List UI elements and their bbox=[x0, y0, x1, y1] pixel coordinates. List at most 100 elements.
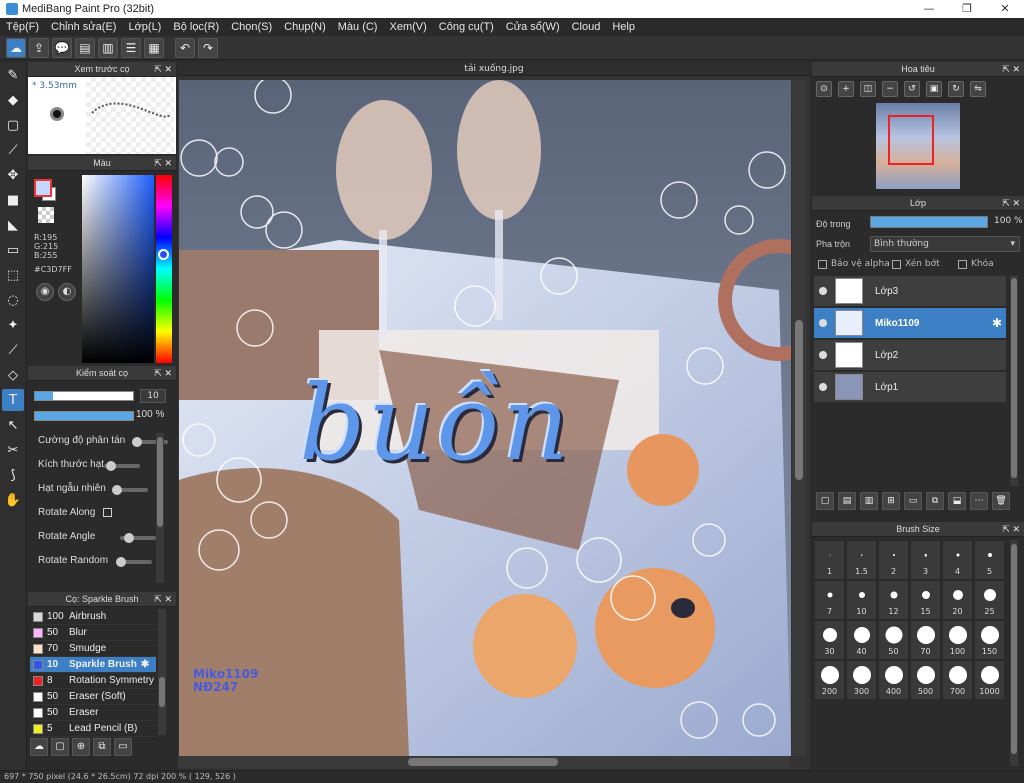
comment-icon[interactable]: ▤ bbox=[75, 37, 95, 58]
brush-size-cell[interactable]: 700 bbox=[942, 660, 973, 700]
rect-tool-icon[interactable]: ▢ bbox=[2, 114, 24, 136]
brush-item[interactable]: 50 Eraser bbox=[30, 705, 156, 721]
clipping-option[interactable]: Xén bớt bbox=[892, 259, 940, 269]
undo-icon[interactable]: ↶ bbox=[175, 37, 195, 58]
merge-layer-icon[interactable]: ⬓ bbox=[948, 492, 966, 510]
canvas-horizontal-scrollbar[interactable] bbox=[178, 756, 790, 768]
brush-size-cell[interactable]: 30 bbox=[814, 620, 845, 660]
hand-tool-icon[interactable]: ✋ bbox=[2, 489, 24, 511]
minimize-button[interactable]: — bbox=[910, 0, 948, 18]
brush-size-cell[interactable]: 3 bbox=[910, 540, 941, 580]
panel-buttons[interactable]: ⇱ ✕ bbox=[154, 156, 172, 171]
panels-icon[interactable]: ▦ bbox=[144, 37, 164, 58]
transparent-swatch[interactable] bbox=[38, 207, 54, 223]
brush-size-cell[interactable]: 70 bbox=[910, 620, 941, 660]
delete-layer-icon[interactable]: 🗑 bbox=[992, 492, 1010, 510]
page-icon[interactable]: ▥ bbox=[98, 37, 118, 58]
gradient-tool-icon[interactable]: ▭ bbox=[2, 239, 24, 261]
menu-file[interactable]: Tệp(F) bbox=[0, 21, 45, 33]
zoom-fit-icon[interactable]: ⊙ bbox=[816, 81, 832, 97]
color-wheel-icon[interactable]: ◐ bbox=[58, 283, 76, 301]
eraser-tool-icon[interactable]: ◆ bbox=[2, 89, 24, 111]
brush-item[interactable]: 8 Rotation Symmetry bbox=[30, 673, 156, 689]
menu-edit[interactable]: Chỉnh sửa(E) bbox=[45, 21, 122, 33]
hue-knob[interactable] bbox=[158, 249, 169, 260]
brush-size-cell[interactable]: 50 bbox=[878, 620, 909, 660]
brush-item[interactable]: 100 Airbrush bbox=[30, 609, 156, 625]
brush-size-cell[interactable]: 500 bbox=[910, 660, 941, 700]
zoom-actual-icon[interactable]: ◫ bbox=[860, 81, 876, 97]
brush-item[interactable]: 5 Lead Pencil (B) bbox=[30, 721, 156, 737]
opacity-slider[interactable] bbox=[34, 411, 134, 421]
folder-icon[interactable]: ▭ bbox=[904, 492, 922, 510]
document-tab[interactable]: tải xuống.jpg bbox=[178, 62, 810, 76]
brush-size-cell[interactable]: 5 bbox=[974, 540, 1005, 580]
protect-alpha-option[interactable]: Bảo vệ alpha bbox=[818, 259, 890, 269]
foreground-color-swatch[interactable] bbox=[34, 179, 52, 197]
panel-buttons[interactable]: ⇱ ✕ bbox=[1002, 62, 1020, 77]
saturation-value-picker[interactable] bbox=[82, 175, 154, 363]
size-slider[interactable] bbox=[34, 391, 134, 401]
brush-size-cell[interactable]: 100 bbox=[942, 620, 973, 660]
brush-size-cell[interactable]: 300 bbox=[846, 660, 877, 700]
rotate-along-checkbox[interactable] bbox=[103, 507, 113, 517]
menu-view[interactable]: Xem(V) bbox=[383, 21, 432, 33]
visibility-icon[interactable] bbox=[819, 319, 827, 327]
canvas-vertical-scrollbar[interactable] bbox=[792, 80, 806, 756]
panel-buttons[interactable]: ⇱ ✕ bbox=[1002, 196, 1020, 211]
zoom-in-icon[interactable]: + bbox=[838, 81, 854, 97]
lock-checkbox[interactable] bbox=[958, 259, 967, 269]
close-button[interactable]: ✕ bbox=[986, 0, 1024, 18]
new-halftone-layer-icon[interactable]: ▤ bbox=[838, 492, 856, 510]
move-tool-icon[interactable]: ✥ bbox=[2, 164, 24, 186]
panel-buttons[interactable]: ⇱ ✕ bbox=[1002, 522, 1020, 537]
folder-icon[interactable]: ▭ bbox=[114, 738, 132, 756]
protect-alpha-checkbox[interactable] bbox=[818, 259, 827, 269]
panel-buttons[interactable]: ⇱ ✕ bbox=[154, 366, 172, 381]
rotate-right-icon[interactable]: ↻ bbox=[948, 81, 964, 97]
dot-tool-icon[interactable]: ⟋ bbox=[2, 139, 24, 161]
brush-size-cell[interactable]: 12 bbox=[878, 580, 909, 620]
lock-option[interactable]: Khóa bbox=[958, 259, 994, 269]
brush-size-cell[interactable]: 150 bbox=[974, 620, 1005, 660]
copy-brush-icon[interactable]: ⧉ bbox=[93, 738, 111, 756]
brush-list-scrollbar[interactable] bbox=[158, 609, 166, 735]
menu-help[interactable]: Help bbox=[606, 21, 641, 33]
navigator-thumbnail[interactable] bbox=[876, 103, 960, 189]
brush-tool-icon[interactable]: ✎ bbox=[2, 64, 24, 86]
brush-size-cell[interactable]: 1.5 bbox=[846, 540, 877, 580]
restore-button[interactable]: ❐ bbox=[948, 0, 986, 18]
brush-item[interactable]: 50 Eraser (Soft) bbox=[30, 689, 156, 705]
brush-item-selected[interactable]: 10 Sparkle Brush ✱ bbox=[30, 657, 156, 673]
visibility-icon[interactable] bbox=[819, 287, 827, 295]
cloud-brush-icon[interactable]: ☁ bbox=[30, 738, 48, 756]
gear-icon[interactable]: ✱ bbox=[992, 316, 1002, 330]
brush-control-scrollbar[interactable] bbox=[156, 433, 164, 583]
hue-slider[interactable] bbox=[156, 175, 172, 363]
fit-screen-icon[interactable]: ▣ bbox=[926, 81, 942, 97]
rotate-angle-slider[interactable] bbox=[120, 533, 156, 543]
visibility-icon[interactable] bbox=[819, 351, 827, 359]
add-brush-icon[interactable]: ⊕ bbox=[72, 738, 90, 756]
new-brush-icon[interactable]: ▢ bbox=[51, 738, 69, 756]
add-layer-menu-icon[interactable]: ⊞ bbox=[882, 492, 900, 510]
panel-buttons[interactable]: ⇱ ✕ bbox=[154, 592, 172, 607]
visibility-icon[interactable] bbox=[819, 383, 827, 391]
bucket-tool-icon[interactable]: ◣ bbox=[2, 214, 24, 236]
brush-size-cell[interactable]: 2 bbox=[878, 540, 909, 580]
menu-color[interactable]: Màu (C) bbox=[332, 21, 384, 33]
menu-select[interactable]: Chọn(S) bbox=[225, 21, 278, 33]
brush-item[interactable]: 50 Blur bbox=[30, 625, 156, 641]
duplicate-layer-icon[interactable]: ⧉ bbox=[926, 492, 944, 510]
menu-cloud[interactable]: Cloud bbox=[566, 21, 607, 33]
share-icon[interactable]: ⇪ bbox=[29, 37, 49, 58]
brush-size-cell[interactable]: 10 bbox=[846, 580, 877, 620]
layer-row-selected[interactable]: Miko1109 ✱ bbox=[814, 308, 1006, 339]
layers-scrollbar[interactable] bbox=[1010, 276, 1018, 486]
layer-settings-icon[interactable]: ⋯ bbox=[970, 492, 988, 510]
brush-size-scrollbar[interactable] bbox=[1010, 540, 1018, 766]
fill-rect-icon[interactable]: ■ bbox=[2, 189, 24, 211]
lasso-tool-icon[interactable]: ◌ bbox=[2, 289, 24, 311]
brush-size-cell[interactable]: 40 bbox=[846, 620, 877, 660]
select-eraser-icon[interactable]: ◇ bbox=[2, 364, 24, 386]
